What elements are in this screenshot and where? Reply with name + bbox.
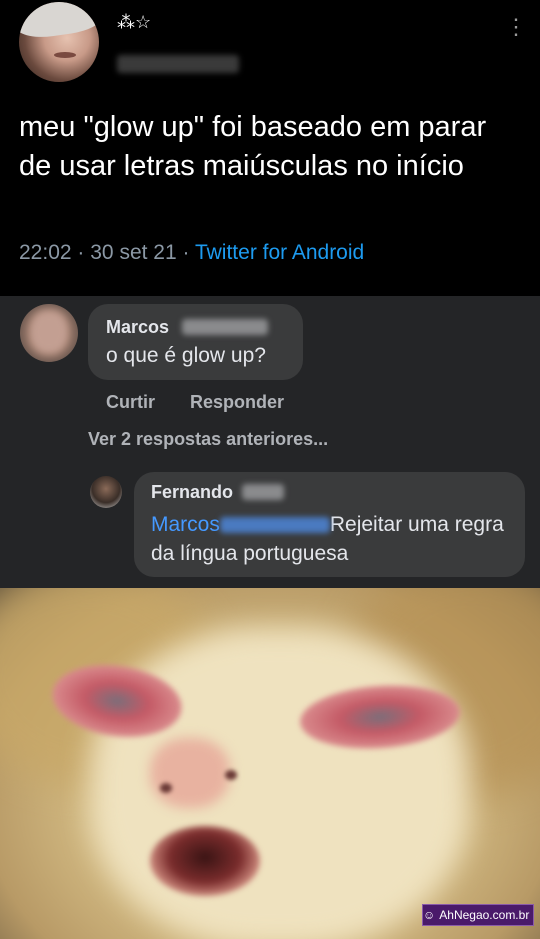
meta-separator: ·: [182, 241, 190, 264]
cat-mouth: [150, 826, 260, 896]
watermark: ☺ AhNegao.com.br: [422, 904, 534, 926]
surname-redacted: [242, 484, 284, 500]
avatar[interactable]: [19, 2, 99, 82]
reply-bubble: Fernando Marcos Rejeitar uma regra da lín…: [134, 472, 525, 577]
avatar[interactable]: [90, 476, 122, 508]
view-previous-replies-link[interactable]: Ver 2 respostas anteriores...: [88, 429, 328, 450]
like-button[interactable]: Curtir: [106, 392, 155, 413]
mention-surname-redacted: [219, 517, 330, 534]
comments-section: Marcos o que é glow up? Curtir Responder…: [0, 296, 540, 588]
tweet-text: meu "glow up" foi baseado em parar de us…: [19, 111, 487, 182]
comment-text: o que é glow up?: [106, 344, 266, 367]
reply-text: Marcos Rejeitar uma regra da língua portu…: [151, 510, 511, 568]
cat-nostril: [225, 770, 237, 780]
meta-separator: ·: [77, 241, 85, 264]
reply-button[interactable]: Responder: [190, 392, 284, 413]
tweet-time: 22:02: [19, 241, 72, 264]
watermark-text: AhNegao.com.br: [439, 908, 530, 922]
handle-redacted: [117, 55, 239, 73]
cat-nose: [150, 738, 230, 808]
reply-author[interactable]: Fernando: [151, 482, 233, 503]
watermark-logo-icon: ☺: [423, 908, 436, 922]
surname-redacted: [182, 319, 268, 335]
crying-cat-image: ☺ AhNegao.com.br: [0, 588, 540, 939]
mention-link[interactable]: Marcos: [151, 513, 220, 536]
tweet-meta: 22:02 · 30 set 21 · Twitter for Android: [19, 241, 364, 265]
tweet-date: 30 set 21: [90, 241, 177, 264]
tweet-source-link[interactable]: Twitter for Android: [195, 241, 364, 264]
more-options-icon[interactable]: ⋮: [505, 14, 527, 40]
comment-author[interactable]: Marcos: [106, 317, 169, 338]
comment-bubble: Marcos o que é glow up?: [88, 304, 303, 380]
tweet-card: ⁂☆ ⋮ meu "glow up" foi baseado em parar …: [0, 0, 540, 296]
avatar[interactable]: [20, 304, 78, 362]
cat-nostril: [160, 783, 172, 793]
display-name[interactable]: ⁂☆: [117, 12, 151, 33]
